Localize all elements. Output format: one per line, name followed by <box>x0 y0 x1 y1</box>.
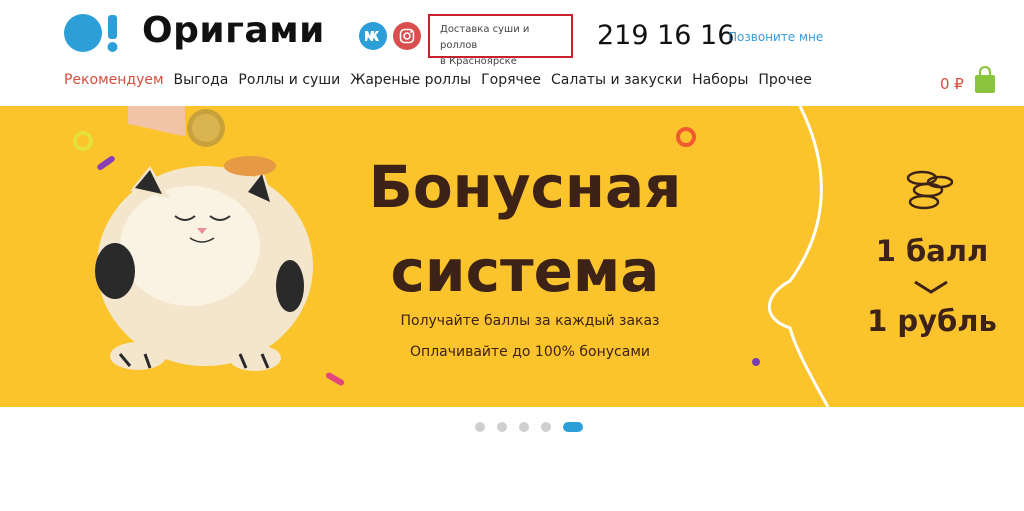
nav-item-sets[interactable]: Наборы <box>692 72 748 88</box>
nav-item-rolls-sushi[interactable]: Роллы и суши <box>238 72 340 88</box>
delivery-line-2: в Красноярске <box>440 56 517 67</box>
carousel-dot-active[interactable] <box>563 422 583 432</box>
instagram-link[interactable] <box>393 22 421 50</box>
promo-banner[interactable]: Бонусная система Получайте баллы за кажд… <box>0 106 1024 407</box>
rate-points: 1 балл <box>875 234 989 268</box>
banner-headline-2: система <box>390 237 660 305</box>
nav-item-other[interactable]: Прочее <box>758 72 811 88</box>
logo-text[interactable]: Оригами <box>142 10 325 51</box>
banner-headline-1: Бонусная <box>368 153 682 221</box>
vk-icon <box>365 31 379 41</box>
carousel-pagination <box>475 422 583 432</box>
callback-link[interactable]: Позвоните мне <box>728 30 823 44</box>
delivery-city-box[interactable]: Доставка суши и роллов в Красноярске <box>428 14 573 67</box>
nav-item-salads[interactable]: Салаты и закуски <box>551 72 682 88</box>
nav-item-fried-rolls[interactable]: Жареные роллы <box>350 72 471 88</box>
instagram-icon <box>399 28 415 44</box>
banner-subline-1: Получайте баллы за каждый заказ <box>400 313 660 329</box>
phone-number[interactable]: 219 16 16 <box>597 20 734 51</box>
nav-item-hot[interactable]: Горячее <box>481 72 541 88</box>
logo-icon[interactable] <box>64 13 122 53</box>
nav-item-benefit[interactable]: Выгода <box>174 72 229 88</box>
vk-link[interactable] <box>359 22 387 50</box>
cart-total[interactable]: 0 ₽ <box>940 75 964 93</box>
nav-item-recommended[interactable]: Рекомендуем <box>64 72 164 88</box>
shopping-bag-icon[interactable] <box>973 66 997 94</box>
banner-subline-2: Оплачивайте до 100% бонусами <box>410 344 650 360</box>
carousel-dot[interactable] <box>519 422 529 432</box>
carousel-dot[interactable] <box>541 422 551 432</box>
delivery-line-1: Доставка суши и роллов <box>440 24 530 51</box>
rate-rubles: 1 рубль <box>867 304 997 338</box>
main-nav: Рекомендуем Выгода Роллы и суши Жареные … <box>64 72 822 88</box>
carousel-dot[interactable] <box>475 422 485 432</box>
carousel-dot[interactable] <box>497 422 507 432</box>
